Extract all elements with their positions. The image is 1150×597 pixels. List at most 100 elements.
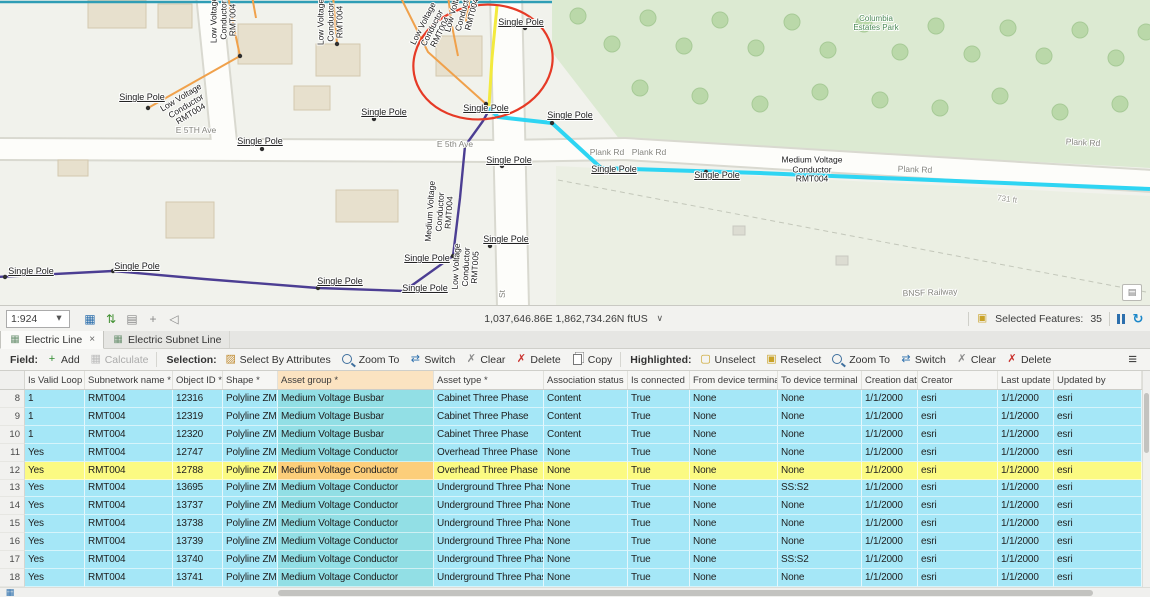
cell-last-update[interactable]: 1/1/2000: [998, 533, 1054, 552]
cell-asset-type-[interactable]: Underground Three Phase: [434, 533, 544, 552]
cell-is-connected[interactable]: True: [628, 461, 690, 480]
cell-creator[interactable]: esri: [918, 533, 998, 552]
cell-shape-[interactable]: Polyline ZM: [223, 569, 278, 587]
selection-select-by-attributes-button[interactable]: ▨ Select By Attributes: [220, 350, 336, 370]
column-header-from-device-terminal[interactable]: From device terminal: [690, 371, 778, 389]
cell-object-id-[interactable]: 13739: [173, 533, 223, 552]
cell-last-update[interactable]: 1/1/2000: [998, 425, 1054, 444]
column-header-asset-type-[interactable]: Asset type *: [434, 371, 544, 389]
cell-asset-type-[interactable]: Cabinet Three Phase: [434, 407, 544, 426]
pole-point[interactable]: [259, 146, 265, 152]
cell-object-id-[interactable]: 12320: [173, 425, 223, 444]
horizontal-scrollbar[interactable]: ▦: [0, 587, 1150, 597]
pole-point[interactable]: [499, 163, 505, 169]
highlighted-switch-button[interactable]: ⇄ Switch: [895, 350, 951, 370]
selection-copy-button[interactable]: Copy: [566, 350, 618, 370]
cell-to-device-terminal[interactable]: None: [778, 443, 862, 462]
cell-from-device-terminal[interactable]: None: [690, 515, 778, 534]
cell-association-status[interactable]: None: [544, 443, 628, 462]
coordinates-display[interactable]: 1,037,646.86E 1,862,734.26N ftUS ∨: [484, 313, 665, 325]
cell-object-id-[interactable]: 13738: [173, 515, 223, 534]
cell-from-device-terminal[interactable]: None: [690, 497, 778, 516]
cell-subnetwork-name-[interactable]: RMT004: [85, 425, 173, 444]
cell-asset-group-[interactable]: Medium Voltage Conductor: [278, 443, 434, 462]
pole-point[interactable]: [462, 143, 468, 149]
cell-last-update[interactable]: 1/1/2000: [998, 443, 1054, 462]
table-row[interactable]: 10 1 RMT004 12320 Polyline ZM Medium Voltage …: [0, 425, 1150, 444]
cell-from-device-terminal[interactable]: None: [690, 407, 778, 426]
cell-is-connected[interactable]: True: [628, 551, 690, 570]
row-number[interactable]: 14: [0, 497, 25, 516]
cell-is-valid-loop[interactable]: Yes: [25, 551, 85, 570]
cell-association-status[interactable]: Content: [544, 390, 628, 408]
field-add-button[interactable]: + Add: [41, 350, 85, 370]
cell-asset-group-[interactable]: Medium Voltage Conductor: [278, 551, 434, 570]
cell-association-status[interactable]: None: [544, 515, 628, 534]
cell-from-device-terminal[interactable]: None: [690, 479, 778, 498]
cell-creation-date[interactable]: 1/1/2000: [862, 461, 918, 480]
map-note-icon[interactable]: ▤: [1122, 284, 1142, 301]
cell-is-connected[interactable]: True: [628, 443, 690, 462]
cell-is-valid-loop[interactable]: Yes: [25, 461, 85, 480]
cell-last-update[interactable]: 1/1/2000: [998, 515, 1054, 534]
corner-table-icon[interactable]: ▦: [4, 588, 16, 597]
cell-object-id-[interactable]: 13695: [173, 479, 223, 498]
cell-updated-by[interactable]: esri: [1054, 515, 1142, 534]
cell-creator[interactable]: esri: [918, 497, 998, 516]
cell-asset-group-[interactable]: Medium Voltage Conductor: [278, 461, 434, 480]
cell-updated-by[interactable]: esri: [1054, 461, 1142, 480]
cell-association-status[interactable]: Content: [544, 425, 628, 444]
cell-last-update[interactable]: 1/1/2000: [998, 461, 1054, 480]
row-number[interactable]: 18: [0, 569, 25, 587]
cell-association-status[interactable]: None: [544, 461, 628, 480]
pole-point[interactable]: [483, 101, 489, 107]
cell-shape-[interactable]: Polyline ZM: [223, 461, 278, 480]
cell-updated-by[interactable]: esri: [1054, 443, 1142, 462]
cell-association-status[interactable]: None: [544, 533, 628, 552]
cell-subnetwork-name-[interactable]: RMT004: [85, 390, 173, 408]
cell-creation-date[interactable]: 1/1/2000: [862, 425, 918, 444]
selected-features-count[interactable]: 35: [1090, 313, 1102, 325]
selection-clear-button[interactable]: ✗ Clear: [460, 350, 510, 370]
column-header-last-update[interactable]: Last update: [998, 371, 1054, 389]
cell-is-valid-loop[interactable]: Yes: [25, 533, 85, 552]
cell-to-device-terminal[interactable]: None: [778, 425, 862, 444]
cell-from-device-terminal[interactable]: None: [690, 461, 778, 480]
cell-asset-type-[interactable]: Cabinet Three Phase: [434, 425, 544, 444]
cell-asset-group-[interactable]: Medium Voltage Conductor: [278, 569, 434, 587]
cell-to-device-terminal[interactable]: None: [778, 569, 862, 587]
pole-point[interactable]: [334, 41, 340, 47]
column-header-object-id-[interactable]: Object ID *: [173, 371, 223, 389]
cell-is-connected[interactable]: True: [628, 533, 690, 552]
cell-shape-[interactable]: Polyline ZM: [223, 425, 278, 444]
cell-creator[interactable]: esri: [918, 479, 998, 498]
column-header-asset-group-[interactable]: Asset group *: [278, 371, 434, 389]
cell-object-id-[interactable]: 13737: [173, 497, 223, 516]
cell-to-device-terminal[interactable]: None: [778, 407, 862, 426]
cell-subnetwork-name-[interactable]: RMT004: [85, 497, 173, 516]
cell-is-valid-loop[interactable]: Yes: [25, 443, 85, 462]
cell-asset-group-[interactable]: Medium Voltage Conductor: [278, 479, 434, 498]
plus-icon[interactable]: +: [147, 313, 159, 325]
cell-to-device-terminal[interactable]: None: [778, 497, 862, 516]
cell-updated-by[interactable]: esri: [1054, 425, 1142, 444]
cell-is-valid-loop[interactable]: Yes: [25, 497, 85, 516]
cell-subnetwork-name-[interactable]: RMT004: [85, 407, 173, 426]
cell-is-valid-loop[interactable]: Yes: [25, 569, 85, 587]
cell-asset-type-[interactable]: Underground Three Phase: [434, 479, 544, 498]
column-header-is-connected[interactable]: Is connected: [628, 371, 690, 389]
cell-shape-[interactable]: Polyline ZM: [223, 533, 278, 552]
pause-drawing-icon[interactable]: [1117, 313, 1125, 324]
cell-subnetwork-name-[interactable]: RMT004: [85, 551, 173, 570]
selection-switch-button[interactable]: ⇄ Switch: [404, 350, 460, 370]
cell-to-device-terminal[interactable]: None: [778, 515, 862, 534]
pole-point[interactable]: [703, 169, 709, 175]
cell-creation-date[interactable]: 1/1/2000: [862, 497, 918, 516]
cell-creator[interactable]: esri: [918, 443, 998, 462]
cell-shape-[interactable]: Polyline ZM: [223, 497, 278, 516]
cell-creator[interactable]: esri: [918, 515, 998, 534]
cell-is-connected[interactable]: True: [628, 569, 690, 587]
cell-object-id-[interactable]: 12747: [173, 443, 223, 462]
menu-icon[interactable]: ≡: [1119, 351, 1146, 368]
column-header-to-device-terminal[interactable]: To device terminal: [778, 371, 862, 389]
